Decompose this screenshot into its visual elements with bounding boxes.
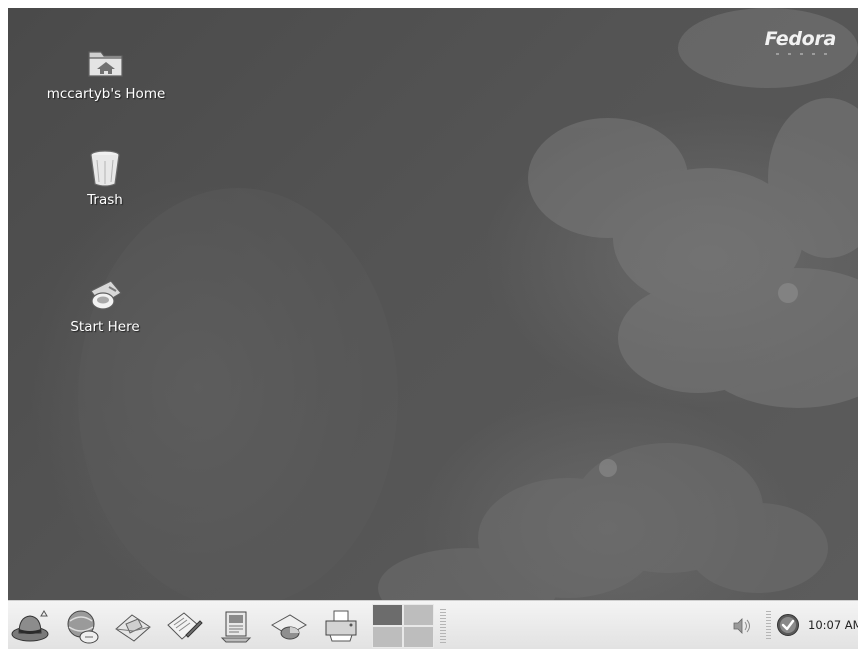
update-notifier[interactable] [776,613,800,637]
desktop-icon-trash[interactable]: Trash [25,148,185,208]
presentation-launcher[interactable] [216,607,256,645]
email-client-icon [115,614,151,642]
logo-decoration [776,53,830,55]
desktop-icon-label: Trash [87,192,123,208]
workspace-2[interactable] [403,604,434,626]
workspace-4[interactable] [403,626,434,648]
desktop-icon-label: mccartyb's Home [46,86,166,102]
desktop-icon-home[interactable]: mccartyb's Home [26,40,186,102]
word-processor-icon [167,612,203,640]
email-launcher[interactable] [112,607,152,645]
panel-drag-handle[interactable] [440,609,446,643]
start-here-icon [90,280,122,310]
screen: Fedora mccartyb's Home Trash Start Here … [8,8,858,649]
workspace-switcher[interactable] [372,604,434,648]
main-menu-redhat-icon [11,610,49,642]
volume-control[interactable] [732,617,752,635]
spreadsheet-launcher[interactable] [268,607,308,645]
trash-icon [90,150,120,187]
workspace-3[interactable] [372,626,403,648]
main-menu-button[interactable] [10,607,50,645]
web-browser-launcher[interactable] [61,607,101,645]
presentation-icon [220,611,252,643]
desktop-icon-label: Start Here [70,319,140,335]
print-manager-launcher[interactable] [320,607,360,645]
desktop[interactable]: Fedora mccartyb's Home Trash Start Here [8,8,858,600]
print-manager-icon [325,610,357,642]
home-folder-icon [88,51,123,77]
web-browser-icon [67,610,99,644]
word-processor-launcher[interactable] [162,607,203,645]
update-status-icon [777,614,799,636]
workspace-1[interactable] [372,604,403,626]
bottom-panel: 10:07 AM [8,600,858,649]
spreadsheet-icon [271,614,307,640]
fedora-logo: Fedora [764,28,837,50]
volume-icon [733,618,750,634]
panel-clock[interactable]: 10:07 AM [808,618,858,632]
desktop-icon-start-here[interactable]: Start Here [25,275,185,335]
tray-drag-handle[interactable] [766,611,771,641]
